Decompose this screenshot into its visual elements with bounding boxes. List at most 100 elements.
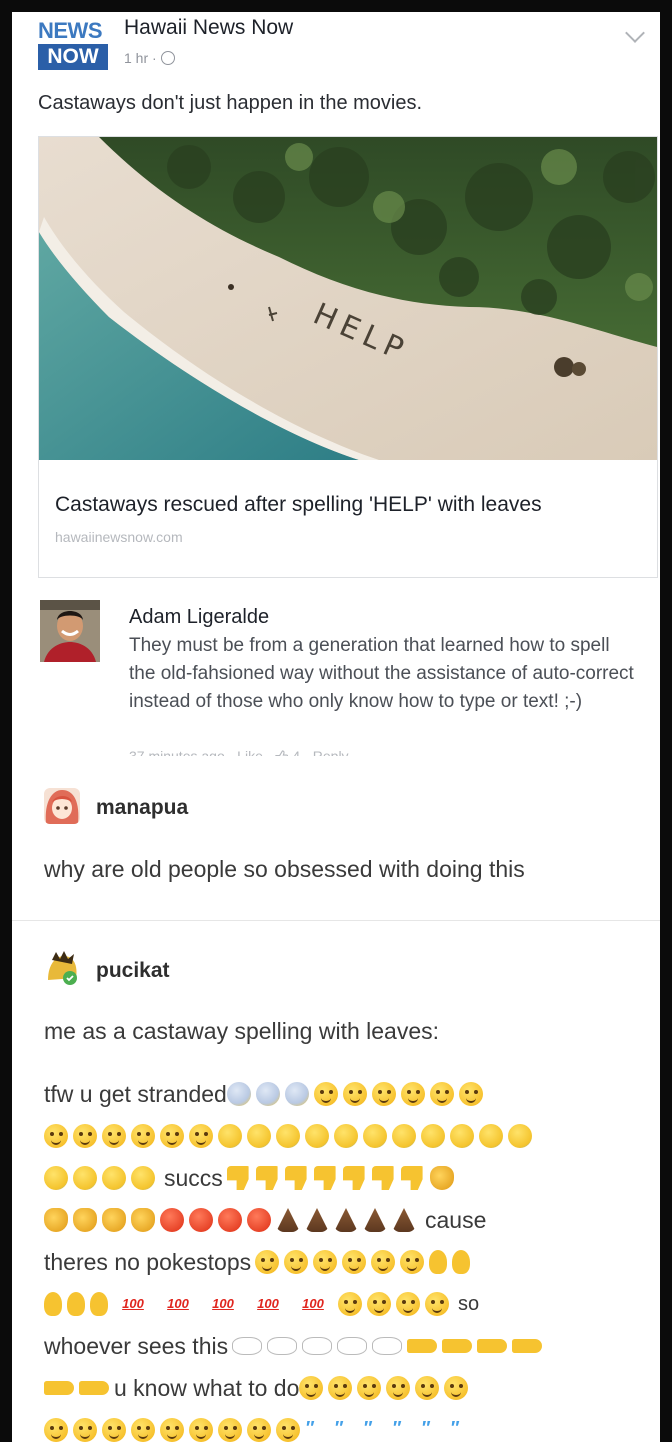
laughing-face-icon <box>284 1250 309 1274</box>
sweat-droplets-icon: ″ <box>305 1418 314 1438</box>
link-title[interactable]: Castaways rescued after spelling 'HELP' … <box>55 493 542 517</box>
pucikat-avatar[interactable] <box>44 950 80 986</box>
thumbs-down-icon <box>227 1166 251 1190</box>
sweat-droplets-icon: ″ <box>421 1418 430 1438</box>
poop-icon <box>276 1208 300 1232</box>
tongue-face-icon <box>131 1418 155 1442</box>
crying-face-icon <box>305 1124 329 1148</box>
eyes-icon <box>267 1337 298 1355</box>
crying-face-icon <box>508 1124 532 1148</box>
emoji-line-4: cause <box>44 1202 644 1238</box>
emoji-line-2 <box>44 1118 644 1154</box>
crying-face-icon <box>218 1124 242 1148</box>
crying-face-icon <box>421 1124 445 1148</box>
beach-photo: HELP <box>39 137 657 460</box>
pouting-cat-icon <box>102 1208 126 1232</box>
disappointed-face-icon <box>400 1082 425 1106</box>
pointing-right-icon <box>477 1339 508 1353</box>
disappointed-face-icon <box>429 1082 454 1106</box>
laughing-face-icon <box>255 1250 280 1274</box>
manapua-post-text: why are old people so obsessed with doin… <box>44 856 525 882</box>
hundred-points-icon: 100 <box>257 1296 279 1311</box>
eyes-icon <box>337 1337 368 1355</box>
sweat-droplets-icon: ″ <box>363 1418 372 1438</box>
text-tfw-stranded: tfw u get stranded <box>44 1080 227 1107</box>
page-logo[interactable]: NEWS NOW <box>38 12 120 74</box>
tongue-face-icon <box>425 1292 449 1316</box>
crying-face-icon <box>392 1124 416 1148</box>
crying-face-icon <box>73 1166 97 1190</box>
angry-face-icon <box>189 1208 213 1232</box>
commenter-avatar[interactable] <box>40 600 100 662</box>
poop-icon <box>392 1208 416 1232</box>
winking-tongue-face-icon <box>218 1418 242 1442</box>
tongue-face-icon <box>160 1418 184 1442</box>
ok-hand-icon <box>67 1292 85 1316</box>
text-so: so <box>458 1292 480 1315</box>
weary-face-icon <box>131 1124 155 1148</box>
disappointed-face-icon <box>458 1082 483 1106</box>
username-pucikat[interactable]: pucikat <box>96 959 170 983</box>
pointing-right-icon <box>79 1381 109 1395</box>
weary-face-icon <box>160 1124 184 1148</box>
hundred-points-icon: 100 <box>167 1296 189 1311</box>
angry-face-icon <box>247 1208 271 1232</box>
smirking-face-icon <box>328 1376 353 1400</box>
anime-girl-icon <box>44 788 80 824</box>
poop-icon <box>363 1208 387 1232</box>
emoji-line-9: ″ ″ ″ ″ ″ ″ <box>44 1412 644 1442</box>
tumblr-thread: manapua why are old people so obsessed w… <box>12 756 660 1442</box>
smirking-face-icon <box>415 1376 440 1400</box>
laughing-face-icon <box>371 1250 396 1274</box>
text-pokestops: theres no pokestops <box>44 1248 252 1275</box>
tongue-face-icon <box>367 1292 391 1316</box>
weary-face-icon <box>44 1124 68 1148</box>
link-domain: hawaiinewsnow.com <box>55 529 183 545</box>
crying-face-icon <box>334 1124 358 1148</box>
ok-hand-icon <box>44 1292 62 1316</box>
link-preview-card[interactable]: HELP Castaways rescued after spelling 'H… <box>38 136 658 578</box>
emoji-line-3: succs <box>44 1160 644 1196</box>
link-preview-image[interactable]: HELP <box>39 137 657 460</box>
page-name-link[interactable]: Hawaii News Now <box>124 16 293 40</box>
text-know-what-to-do: u know what to do <box>114 1374 300 1401</box>
poop-icon <box>334 1208 358 1232</box>
facebook-post: NEWS NOW Hawaii News Now 1 hr · Castaway… <box>12 12 660 580</box>
pouting-cat-icon <box>131 1208 155 1232</box>
pouting-cat-icon <box>44 1208 68 1232</box>
thumbs-down-icon <box>372 1166 396 1190</box>
laughing-face-icon <box>400 1250 425 1274</box>
tongue-face-icon <box>396 1292 420 1316</box>
weary-face-icon <box>189 1124 213 1148</box>
commenter-name[interactable]: Adam Ligeralde <box>129 606 269 629</box>
chevron-down-icon[interactable] <box>625 23 645 43</box>
post-text: Castaways don't just happen in the movie… <box>38 92 423 114</box>
post-time[interactable]: 1 hr · <box>124 50 157 66</box>
crying-face-icon <box>479 1124 503 1148</box>
weary-face-icon <box>73 1124 97 1148</box>
winking-tongue-face-icon <box>276 1418 300 1442</box>
disappointed-face-icon <box>313 1082 338 1106</box>
thumbs-down-icon <box>314 1166 338 1190</box>
sweat-droplets-icon: ″ <box>392 1418 401 1438</box>
emoji-line-1: tfw u get stranded <box>44 1076 644 1112</box>
crying-face-icon <box>450 1124 474 1148</box>
sweat-droplets-icon: ″ <box>334 1418 343 1438</box>
logo-now-text: NOW <box>38 44 108 70</box>
pouting-cat-icon <box>73 1208 97 1232</box>
username-manapua[interactable]: manapua <box>96 796 188 820</box>
crying-face-icon <box>363 1124 387 1148</box>
comment-body: They must be from a generation that lear… <box>129 635 634 712</box>
weary-face-icon <box>102 1124 126 1148</box>
crying-face-icon <box>247 1124 271 1148</box>
pointing-right-icon <box>44 1381 74 1395</box>
text-cause: cause <box>425 1206 487 1233</box>
manapua-avatar[interactable] <box>44 788 80 824</box>
pointing-right-icon <box>407 1339 438 1353</box>
eyes-icon <box>302 1337 333 1355</box>
winking-tongue-face-icon <box>189 1418 213 1442</box>
thumbs-down-icon <box>401 1166 425 1190</box>
angry-face-icon <box>160 1208 184 1232</box>
smirking-face-icon <box>444 1376 469 1400</box>
hundred-points-icon: 100 <box>212 1296 234 1311</box>
